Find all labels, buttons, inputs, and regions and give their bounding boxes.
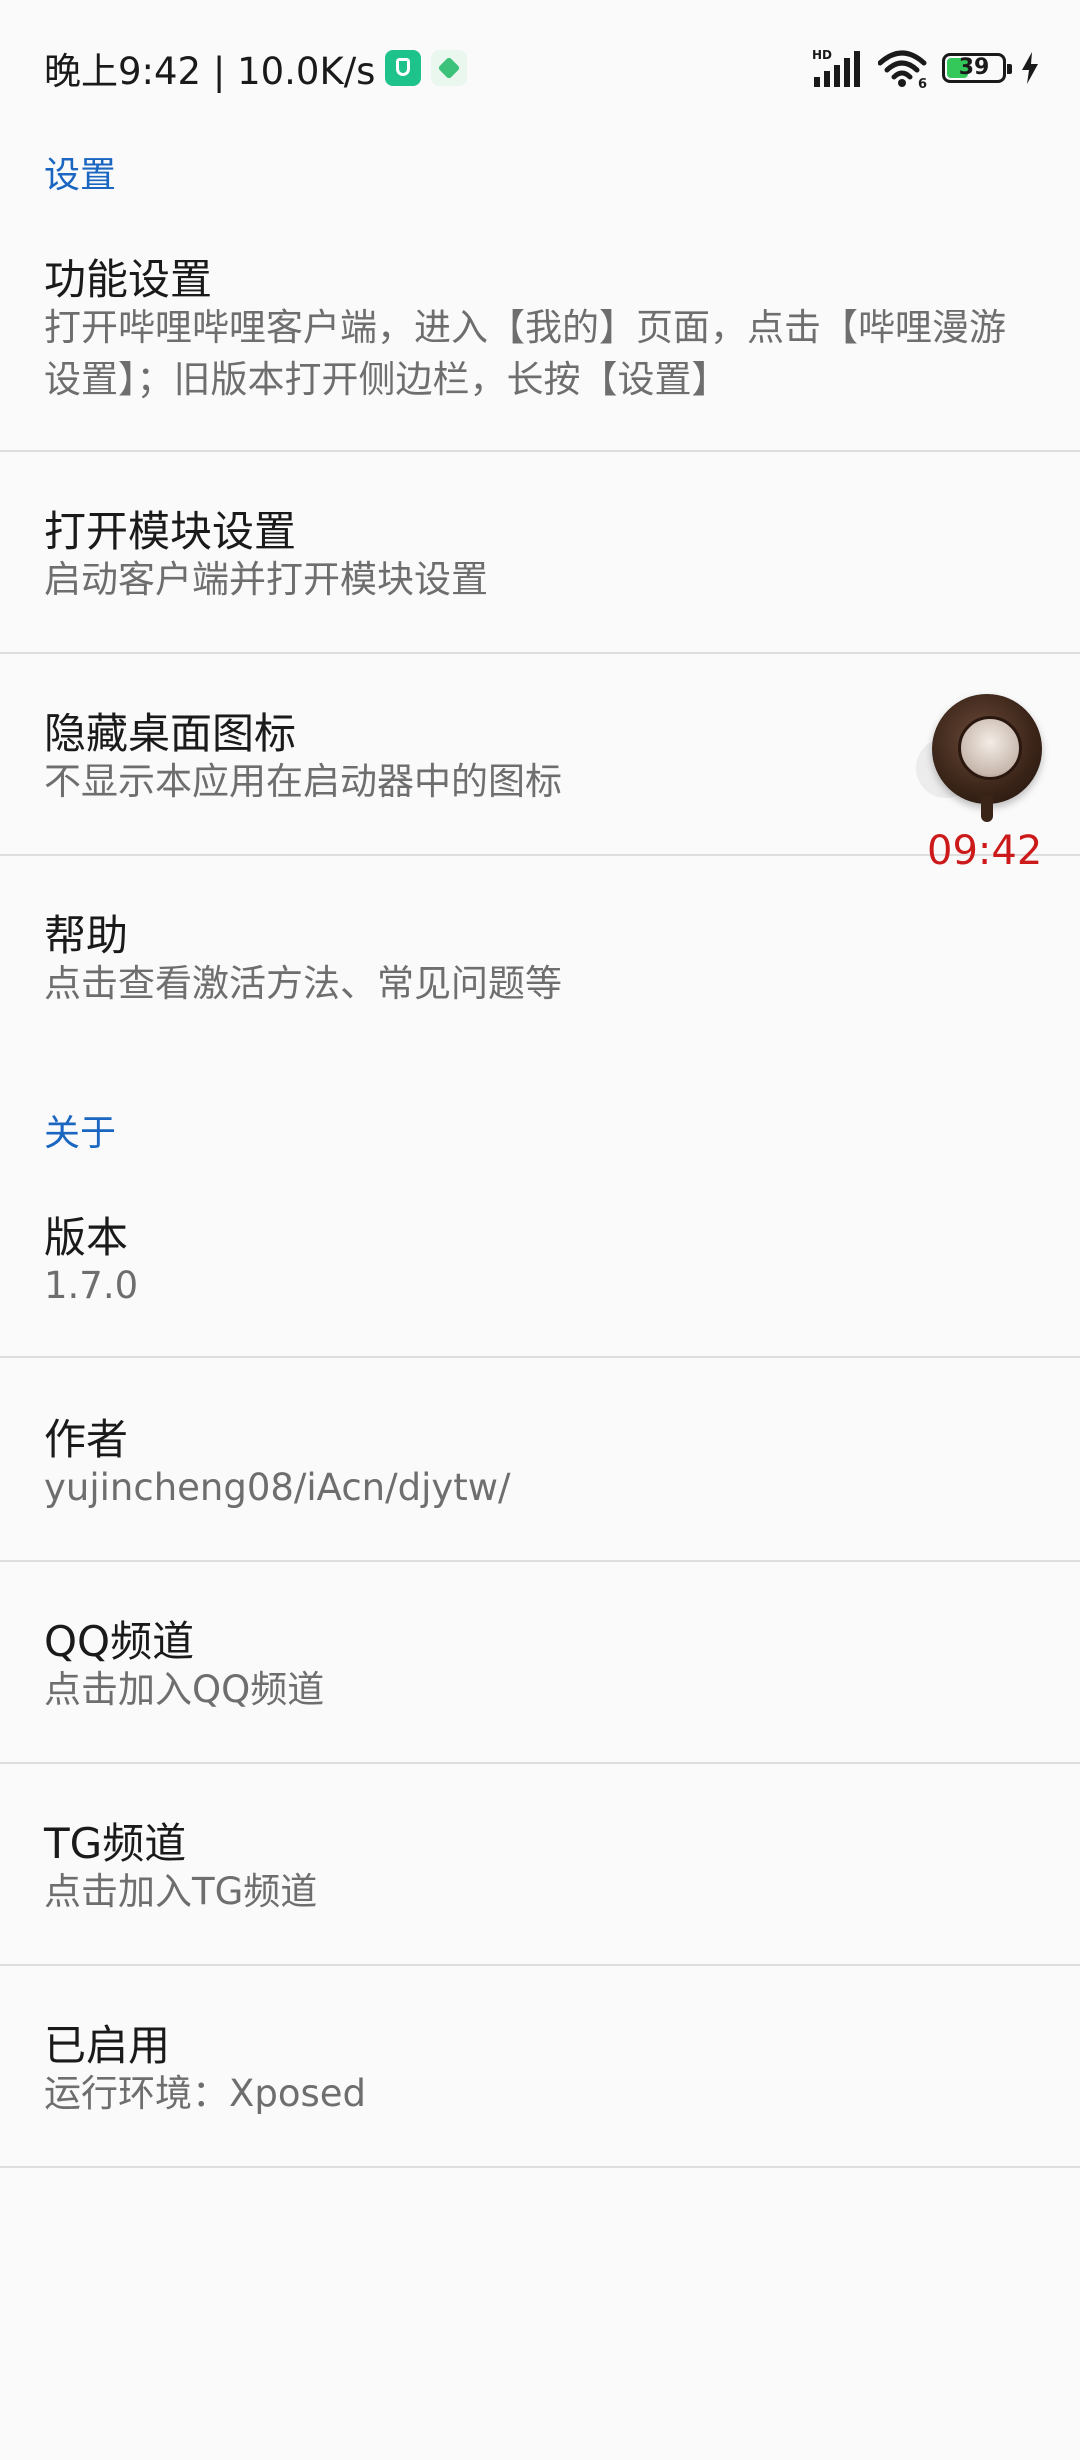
help-title: 帮助 (44, 911, 129, 960)
open-module-settings-summary: 启动客户端并打开模块设置 (44, 558, 488, 601)
open-module-settings-item[interactable]: 打开模块设置 启动客户端并打开模块设置 (0, 452, 1080, 652)
status-bar-left: 晚上9:42 | 10.0K/s (44, 42, 468, 94)
battery-icon: 39 (942, 53, 1012, 83)
qq-channel-item[interactable]: QQ频道 点击加入QQ频道 (0, 1562, 1080, 1762)
feature-settings-summary: 打开哔哩哔哩客户端，进入【我的】页面，点击【哔哩漫游设置】；旧版本打开侧边栏，长… (44, 306, 1006, 401)
settings-section-header: 设置 (44, 155, 117, 196)
wifi-6-label: 6 (918, 77, 927, 89)
author-summary: yujincheng08/iAcn/djytw/ (44, 1466, 511, 1509)
pot-knob-icon[interactable] (932, 694, 1042, 804)
knob-center (958, 716, 1022, 780)
wifi-icon: 6 (878, 50, 927, 89)
open-module-settings-title: 打开模块设置 (44, 507, 297, 556)
battery-cap (1007, 64, 1012, 74)
cube-app-icon (431, 50, 468, 86)
qq-channel-title: QQ频道 (44, 1617, 195, 1666)
enabled-status-item[interactable]: 已启用 运行环境：Xposed (0, 1966, 1080, 2166)
enabled-status-title: 已启用 (44, 2021, 171, 2070)
help-item[interactable]: 帮助 点击查看激活方法、常见问题等 (0, 856, 1080, 1056)
floating-clock-widget[interactable]: 09:42 (916, 690, 1048, 880)
divider (0, 2166, 1080, 2168)
charging-bolt-icon (1022, 52, 1038, 84)
version-item[interactable]: 版本 1.7.0 (0, 1160, 1080, 1356)
tg-channel-item[interactable]: TG频道 点击加入TG频道 (0, 1764, 1080, 1964)
author-title: 作者 (44, 1415, 129, 1464)
hide-desktop-icon-summary: 不显示本应用在启动器中的图标 (44, 760, 562, 803)
version-summary: 1.7.0 (44, 1264, 139, 1307)
help-summary: 点击查看激活方法、常见问题等 (44, 962, 562, 1005)
tg-channel-title: TG频道 (44, 1819, 187, 1868)
status-time-speed: 晚上9:42 | 10.0K/s (44, 50, 376, 93)
feature-settings-item[interactable]: 功能设置 打开哔哩哔哩客户端，进入【我的】页面，点击【哔哩漫游设置】；旧版本打开… (0, 230, 1080, 450)
feature-settings-title: 功能设置 (44, 255, 213, 304)
status-bar: 晚上9:42 | 10.0K/s HD 6 39 (0, 0, 1080, 136)
cellular-signal-icon: HD (812, 48, 860, 87)
shield-app-icon (385, 50, 422, 86)
battery-level: 39 (958, 55, 990, 80)
enabled-status-summary: 运行环境：Xposed (44, 2072, 366, 2115)
version-title: 版本 (44, 1213, 129, 1262)
hide-desktop-icon-title: 隐藏桌面图标 (44, 709, 297, 758)
status-bar-right: HD 6 39 (812, 46, 1040, 90)
qq-channel-summary: 点击加入QQ频道 (44, 1668, 325, 1711)
signal-hd-label: HD (812, 48, 832, 62)
tg-channel-summary: 点击加入TG频道 (44, 1870, 318, 1913)
floating-clock-time: 09:42 (927, 828, 1043, 874)
about-section-header: 关于 (44, 1113, 117, 1154)
knob-drip (981, 796, 993, 822)
author-item[interactable]: 作者 yujincheng08/iAcn/djytw/ (0, 1358, 1080, 1560)
